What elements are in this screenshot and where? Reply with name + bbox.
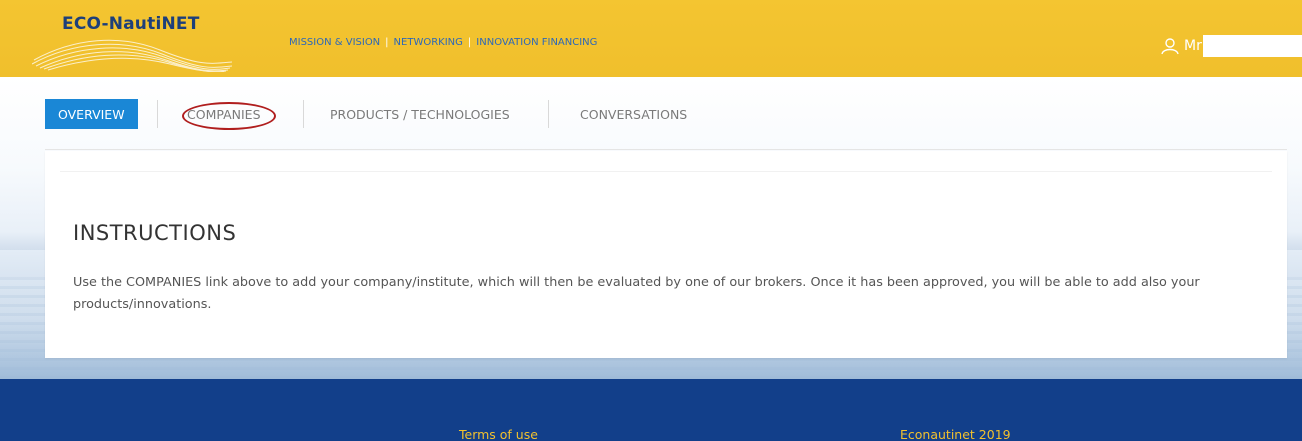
tabs-underline bbox=[45, 149, 1287, 150]
redacted-user-name bbox=[1203, 35, 1302, 57]
site-logo[interactable]: ECO-NautiNET bbox=[32, 6, 232, 72]
tab-products-technologies[interactable]: PRODUCTS / TECHNOLOGIES bbox=[330, 99, 510, 129]
tab-conversations[interactable]: CONVERSATIONS bbox=[580, 99, 687, 129]
nav-networking[interactable]: NETWORKING bbox=[394, 37, 463, 48]
logo-waves-icon bbox=[32, 39, 232, 72]
footer-copyright: Econautinet 2019 bbox=[900, 427, 1011, 441]
nav-mission-vision[interactable]: MISSION & VISION bbox=[289, 37, 380, 48]
instructions-text: Use the COMPANIES link above to add your… bbox=[73, 275, 1200, 312]
tab-divider bbox=[548, 100, 549, 128]
nav-separator: | bbox=[385, 37, 389, 48]
terms-of-use-link[interactable]: Terms of use bbox=[459, 427, 538, 441]
instructions-title: INSTRUCTIONS bbox=[73, 221, 237, 245]
tab-overview[interactable]: OVERVIEW bbox=[45, 99, 138, 129]
top-navigation: MISSION & VISION | NETWORKING | INNOVATI… bbox=[289, 37, 597, 48]
nav-innovation-financing[interactable]: INNOVATION FINANCING bbox=[476, 37, 597, 48]
user-icon bbox=[1161, 38, 1179, 55]
tab-divider bbox=[303, 100, 304, 128]
tab-divider bbox=[157, 100, 158, 128]
instructions-card: INSTRUCTIONS Use the COMPANIES link abov… bbox=[45, 151, 1287, 358]
card-inner bbox=[60, 171, 1272, 358]
user-name: Mr bbox=[1184, 38, 1202, 54]
site-footer: Terms of use Econautinet 2019 bbox=[0, 379, 1302, 441]
logo-text: ECO-NautiNET bbox=[62, 14, 200, 34]
nav-separator: | bbox=[467, 37, 472, 48]
site-header: ECO-NautiNET MISSION & VISION | NETWORKI… bbox=[0, 0, 1302, 77]
annotation-circle bbox=[182, 102, 276, 130]
user-menu[interactable]: Mr bbox=[1160, 37, 1202, 55]
